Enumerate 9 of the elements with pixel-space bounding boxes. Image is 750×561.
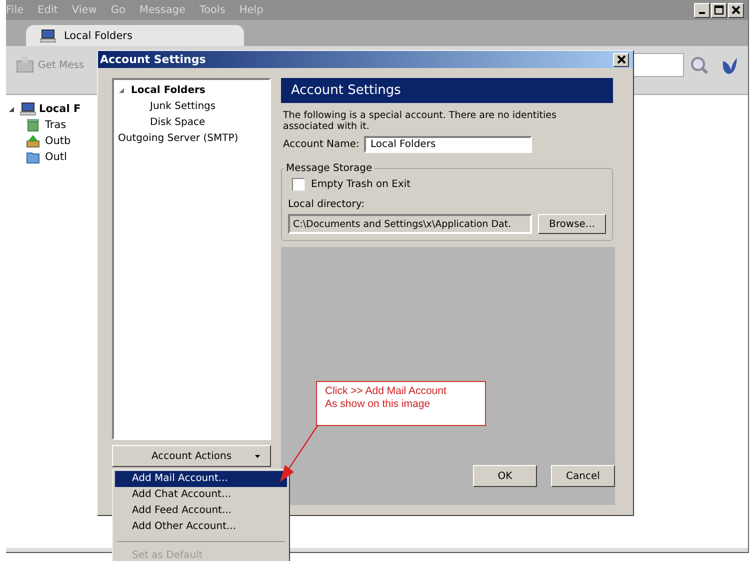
panel-header: Account Settings (281, 78, 613, 103)
field-label: Local directory: (288, 199, 366, 210)
callout-text: As show on this image (325, 398, 432, 411)
callout-text: Click >> Add Mail Account (325, 385, 448, 398)
description-text: The following is a special account. There are no identities associated with it. (283, 110, 558, 132)
checkbox-label: Empty Trash on Exit (311, 179, 411, 190)
group-title: Message Storage (285, 163, 374, 174)
dialog-title: Account Settings (100, 53, 206, 66)
field-label: Account Name: (283, 139, 360, 150)
